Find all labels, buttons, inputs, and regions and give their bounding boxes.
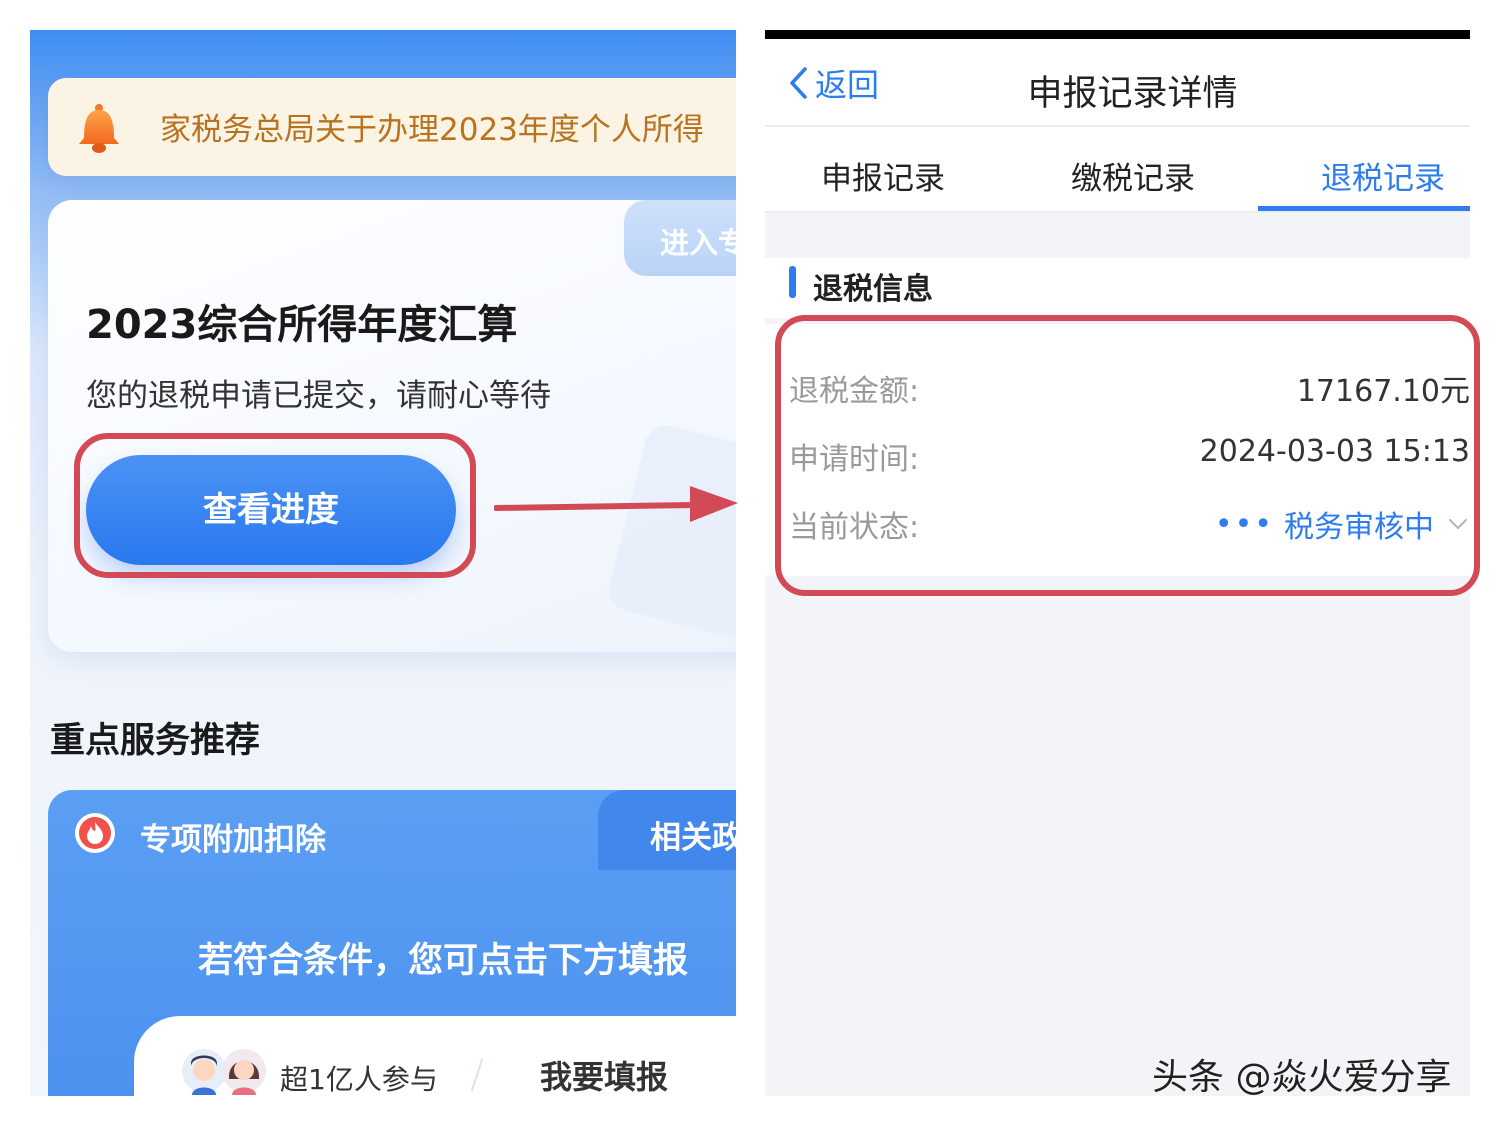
tab-refund-records[interactable]: 退税记录 [1321,153,1445,198]
bell-icon [79,104,119,153]
status-bar [765,30,1470,39]
related-policy-label: 相关政 [650,820,736,856]
card-title: 2023综合所得年度汇算 [86,302,518,348]
service-subtitle: 若符合条件，您可点击下方填报 [198,941,689,981]
enter-special-label: 进入专 [660,226,736,260]
tax-app-home-screen: 家税务总局关于办理2023年度个人所得 进入专 2023综合所得年度汇算 您的退… [30,30,736,1096]
enter-special-tab[interactable]: 进入专 [624,200,736,276]
section-accent-bar [789,266,796,298]
highlight-box-left [74,433,476,578]
nav-bar: 返回 申报记录详情 [765,39,1470,127]
service-title: 专项附加扣除 [140,822,326,858]
active-tab-indicator [1258,206,1470,211]
refund-info-header: 退税信息 [765,258,1470,318]
participant-count: 超1亿人参与 [280,1063,438,1096]
notice-text: 家税务总局关于办理2023年度个人所得 [160,112,704,148]
tab-payment-records[interactable]: 缴税记录 [1071,153,1195,198]
avatar-female-icon [222,1049,266,1095]
section-title-recommended: 重点服务推荐 [50,721,261,761]
watermark: 头条 @焱火爱分享 [1152,1057,1452,1098]
card-subtitle: 您的退税申请已提交，请耐心等待 [86,378,551,414]
page-title: 申报记录详情 [1027,74,1238,114]
annotation-arrow [494,486,738,522]
highlight-box-right [775,315,1480,596]
notice-banner[interactable]: 家税务总局关于办理2023年度个人所得 [48,78,736,176]
avatar-male-icon [182,1049,226,1095]
section-title-refund-info: 退税信息 [813,272,933,307]
tab-declaration-records[interactable]: 申报记录 [821,153,945,198]
related-policy-tab[interactable]: 相关政 [598,790,736,870]
fill-report-button[interactable]: 我要填报 [540,1052,668,1096]
record-tabs: 申报记录 缴税记录 退税记录 [765,127,1470,213]
flame-icon [75,813,115,853]
